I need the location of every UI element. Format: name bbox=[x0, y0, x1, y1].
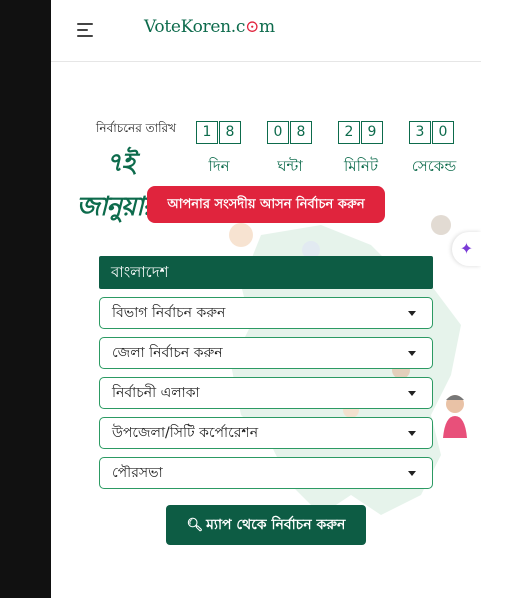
district-select-value: জেলা নির্বাচন করুন bbox=[112, 345, 223, 361]
dropdown-arrow-icon bbox=[408, 431, 416, 436]
countdown-seconds-label: সেকেন্ড bbox=[411, 157, 457, 175]
countdown-digit: 2 bbox=[338, 121, 360, 144]
right-backdrop bbox=[481, 0, 530, 598]
top-header: VoteKoren.c⊙m bbox=[51, 0, 481, 62]
dropdown-arrow-icon bbox=[408, 351, 416, 356]
countdown-hours-label: ঘন্টা bbox=[277, 157, 303, 175]
hamburger-menu-icon[interactable] bbox=[77, 22, 95, 38]
division-select[interactable]: বিভাগ নির্বাচন করুন bbox=[99, 297, 433, 329]
countdown-hours-digits: 08 bbox=[267, 121, 313, 144]
countdown-minutes-label: মিনিট bbox=[343, 157, 379, 175]
search-icon: 🔍︎ bbox=[186, 518, 204, 533]
country-heading: বাংলাদেশ bbox=[99, 256, 433, 289]
select-from-map-label: ম্যাপ থেকে নির্বাচন করুন bbox=[206, 517, 346, 533]
dropdown-arrow-icon bbox=[408, 391, 416, 396]
dropdown-arrow-icon bbox=[408, 471, 416, 476]
constituency-select-value: নির্বাচনী এলাকা bbox=[112, 385, 200, 401]
election-date-label: নির্বাচনের তারিখ bbox=[95, 121, 177, 135]
sparkle-icon[interactable]: ✦ bbox=[452, 232, 481, 266]
logo-text: VoteKoren.c bbox=[144, 17, 246, 37]
choose-seat-button[interactable]: আপনার সংসদীয় আসন নির্বাচন করুন bbox=[147, 186, 385, 223]
countdown-digit: 1 bbox=[196, 121, 218, 144]
upazila-select-value: উপজেলা/সিটি কর্পোরেশন bbox=[112, 425, 259, 441]
dropdown-arrow-icon bbox=[408, 311, 416, 316]
select-from-map-button[interactable]: 🔍︎ ম্যাপ থেকে নির্বাচন করুন bbox=[166, 505, 366, 545]
countdown-seconds-digits: 30 bbox=[409, 121, 455, 144]
countdown-digit: 9 bbox=[361, 121, 383, 144]
countdown-digit: 0 bbox=[267, 121, 289, 144]
district-select[interactable]: জেলা নির্বাচন করুন bbox=[99, 337, 433, 369]
municipality-select[interactable]: পৌরসভা bbox=[99, 457, 433, 489]
countdown-digit: 8 bbox=[219, 121, 241, 144]
woman-figure-icon bbox=[443, 395, 467, 438]
logo-ballot-icon: ⊙ bbox=[245, 17, 260, 37]
countdown-digit: 3 bbox=[409, 121, 431, 144]
left-backdrop bbox=[0, 0, 51, 598]
countdown-days-digits: 18 bbox=[196, 121, 242, 144]
upazila-select[interactable]: উপজেলা/সিটি কর্পোরেশন bbox=[99, 417, 433, 449]
countdown-digit: 8 bbox=[290, 121, 312, 144]
municipality-select-value: পৌরসভা bbox=[112, 465, 163, 481]
countdown-days-label: দিন bbox=[208, 157, 230, 175]
countdown-digit: 0 bbox=[432, 121, 454, 144]
site-logo[interactable]: VoteKoren.c⊙m bbox=[144, 17, 275, 37]
constituency-select[interactable]: নির্বাচনী এলাকা bbox=[99, 377, 433, 409]
division-select-value: বিভাগ নির্বাচন করুন bbox=[112, 305, 226, 321]
countdown-minutes-digits: 29 bbox=[338, 121, 384, 144]
logo-text-end: m bbox=[259, 17, 275, 37]
app-frame: VoteKoren.c⊙m নির্বাচনের তারিখ ৭ই জানুয়… bbox=[51, 0, 481, 598]
